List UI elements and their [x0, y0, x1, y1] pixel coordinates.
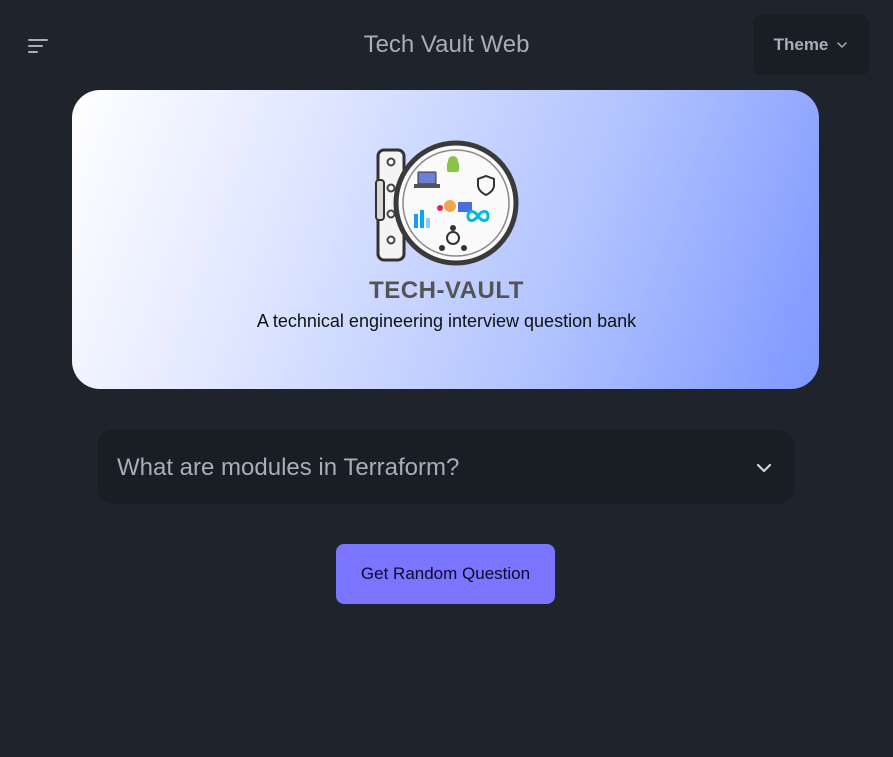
chevron-down-icon: [756, 463, 772, 473]
hero-subtitle: A technical engineering interview questi…: [256, 311, 637, 331]
theme-label: Theme: [773, 35, 829, 54]
chevron-down-icon: [837, 42, 848, 48]
question-collapse[interactable]: What are modules in Terraform?: [97, 430, 794, 504]
question-text: What are modules in Terraform?: [117, 454, 460, 481]
hero-title: TECH-VAULT: [369, 277, 524, 304]
navbar: Tech Vault Web Theme: [0, 0, 893, 92]
vault-door-logo: [375, 140, 519, 266]
theme-dropdown-button[interactable]: Theme: [753, 15, 869, 75]
get-random-question-button[interactable]: Get Random Question: [336, 544, 555, 604]
